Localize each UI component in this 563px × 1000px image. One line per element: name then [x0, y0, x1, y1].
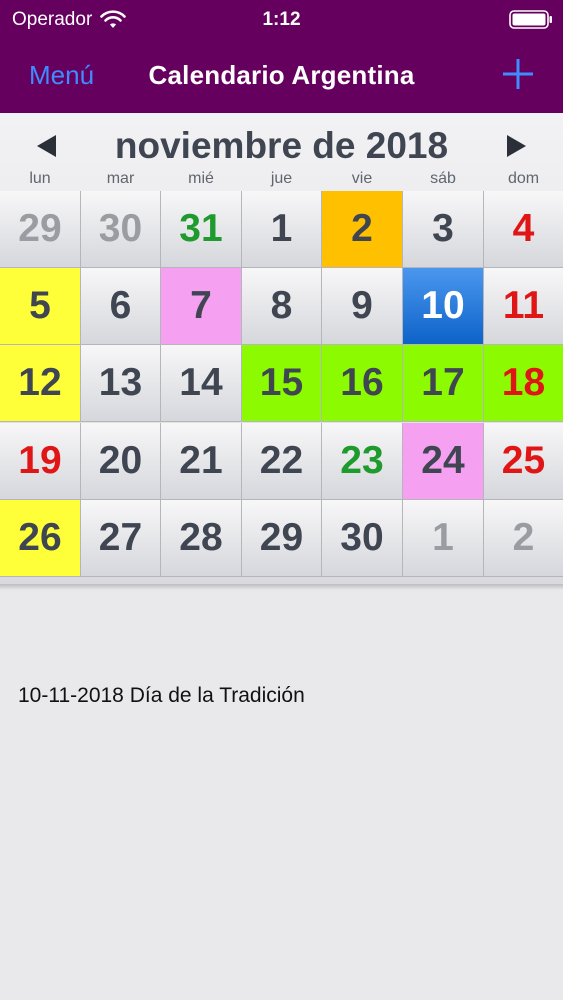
day-cell[interactable]: 20	[81, 423, 161, 500]
navigation-bar: Menú Calendario Argentina	[0, 40, 563, 113]
day-cell[interactable]: 23	[322, 423, 403, 500]
app-header: Operador 1:12 Menú Calendario Argentina	[0, 0, 563, 113]
status-time: 1:12	[262, 9, 301, 30]
day-cell[interactable]: 11	[484, 268, 563, 345]
plus-icon[interactable]	[501, 57, 535, 91]
day-cell[interactable]: 8	[242, 268, 322, 345]
day-cell[interactable]: 7	[161, 268, 242, 345]
day-cell[interactable]: 13	[81, 345, 161, 422]
day-cell[interactable]: 30	[81, 191, 161, 268]
day-cell[interactable]: 12	[0, 345, 81, 422]
weekday-label: mié	[188, 170, 214, 187]
weekday-row: lun mar mié jue vie sáb dom	[0, 170, 563, 190]
day-cell[interactable]: 15	[242, 345, 322, 422]
day-cell[interactable]: 2	[322, 191, 403, 268]
day-cell[interactable]: 1	[242, 191, 322, 268]
divider	[0, 584, 563, 590]
day-cell[interactable]: 27	[81, 500, 161, 577]
day-cell[interactable]: 30	[322, 500, 403, 577]
day-cell[interactable]: 17	[403, 345, 484, 422]
month-header: noviembre de 2018	[0, 113, 563, 175]
day-cell[interactable]: 5	[0, 268, 81, 345]
day-cell[interactable]: 16	[322, 345, 403, 422]
day-cell[interactable]: 1	[403, 500, 484, 577]
day-cell[interactable]: 6	[81, 268, 161, 345]
day-grid: 29 30 31 1 2 3 4 5 6 7 8 9 10 11 12 13 14 15 16 17 18 19 20 21 2…	[0, 191, 563, 578]
day-cell[interactable]: 3	[403, 191, 484, 268]
day-cell[interactable]: 26	[0, 500, 81, 577]
day-cell[interactable]: 29	[0, 191, 81, 268]
day-cell[interactable]: 29	[242, 500, 322, 577]
day-cell[interactable]: 10	[403, 268, 484, 345]
weekday-label: dom	[507, 170, 540, 187]
day-cell[interactable]: 2	[484, 500, 563, 577]
day-cell[interactable]: 21	[161, 423, 242, 500]
day-cell[interactable]: 9	[322, 268, 403, 345]
weekday-label: lun	[29, 170, 51, 187]
chevron-right-icon[interactable]	[503, 133, 529, 159]
page-title: Calendario Argentina	[148, 60, 415, 90]
weekday-label: jue	[270, 170, 293, 187]
battery-icon	[509, 10, 552, 29]
day-cell[interactable]: 25	[484, 423, 563, 500]
weekday-label: sáb	[430, 170, 456, 187]
day-cell[interactable]: 28	[161, 500, 242, 577]
day-cell[interactable]: 31	[161, 191, 242, 268]
day-cell[interactable]: 22	[242, 423, 322, 500]
status-bar: Operador 1:12	[0, 0, 563, 40]
month-label: noviembre de 2018	[114, 125, 449, 166]
weekday-label: mar	[106, 170, 135, 187]
day-cell[interactable]: 19	[0, 423, 81, 500]
day-cell[interactable]: 14	[161, 345, 242, 422]
day-cell[interactable]: 24	[403, 423, 484, 500]
day-cell[interactable]: 18	[484, 345, 563, 422]
day-cell[interactable]: 4	[484, 191, 563, 268]
calendar: noviembre de 2018 lun mar mié jue vie sáb dom …	[0, 113, 563, 585]
weekday-label: vie	[351, 170, 373, 187]
event-item[interactable]: 10-11-2018 Día de la Tradición	[18, 684, 305, 708]
